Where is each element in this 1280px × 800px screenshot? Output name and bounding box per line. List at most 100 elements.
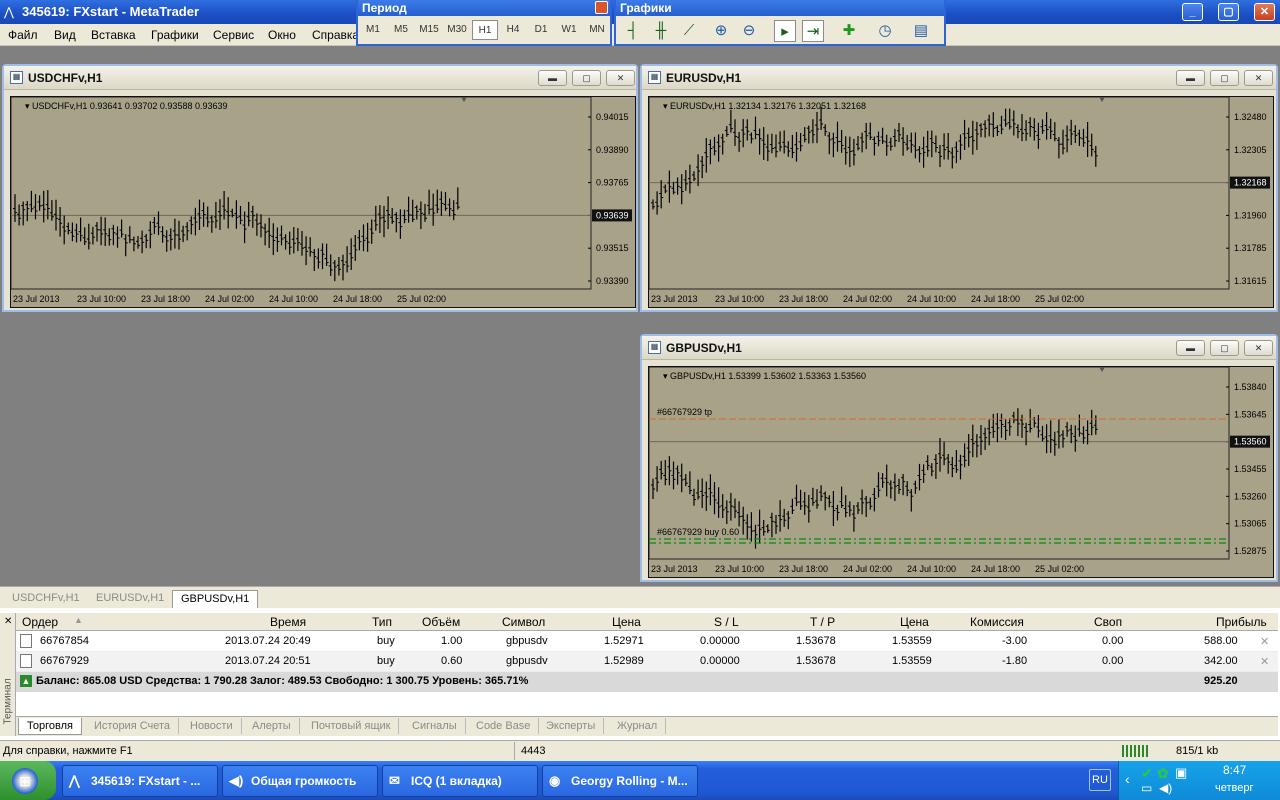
network-icon[interactable]: ▣ [1175,765,1187,781]
chart-close-button[interactable]: ✕ [606,70,635,86]
monitor-icon[interactable]: ▭ [1141,781,1152,795]
col-sl[interactable]: S / L [714,615,739,629]
period-m30-button[interactable]: M30 [444,20,470,40]
chart-ohlc-header: ▾ GBPUSDv,H1 1.53399 1.53602 1.53363 1.5… [663,371,866,381]
chart-minimize-button[interactable]: ▬ [1176,340,1205,356]
col-profit[interactable]: Прибыль [1216,615,1267,629]
col-swap[interactable]: Своп [1094,615,1122,629]
tab-alerts[interactable]: Алерты [244,718,300,734]
tray-app-icon[interactable]: ✔ [1141,765,1153,782]
autoscroll-icon[interactable]: ▸ [774,20,796,42]
firefox-icon: ◉ [549,773,561,788]
menu-charts[interactable]: Графики [151,28,199,42]
col-price[interactable]: Цена [612,615,641,629]
zoom-out-icon[interactable]: ⊖ [738,20,760,42]
chart-shift-icon[interactable]: ⇥ [802,20,824,42]
status-help-text: Для справки, нажмите F1 [3,745,133,757]
template-icon[interactable]: ▤ [910,20,932,42]
chart-minimize-button[interactable]: ▬ [538,70,567,86]
bar-chart-icon[interactable]: ┤ [622,20,644,42]
task-icq[interactable]: ✉ ICQ (1 вкладка) [382,765,538,797]
tab-signals[interactable]: Сигналы [404,718,466,734]
table-row[interactable]: 66767854 2013.07.24 20:49 buy 1.00 gbpus… [16,632,1278,652]
col-commission[interactable]: Комиссия [970,615,1024,629]
maximize-button[interactable]: ▢ [1218,3,1239,21]
chart-tab-usdchf[interactable]: USDCHFv,H1 [4,590,88,608]
col-current-price[interactable]: Цена [900,615,929,629]
tab-news[interactable]: Новости [182,718,242,734]
period-w1-button[interactable]: W1 [556,20,582,40]
period-clock-icon[interactable]: ◷ [874,20,896,42]
candlestick-icon[interactable]: ╫ [650,20,672,42]
task-firefox[interactable]: ◉ Georgy Rolling - M... [542,765,698,797]
tab-trade[interactable]: Торговля [18,718,82,735]
chart-maximize-button[interactable]: ▢ [1210,340,1239,356]
language-indicator[interactable]: RU [1089,769,1111,791]
period-m15-button[interactable]: M15 [416,20,442,40]
volume-icon[interactable]: ◀) [1159,781,1172,795]
add-indicator-icon[interactable]: ✚ [838,20,860,42]
tab-account-history[interactable]: История Счета [86,718,180,734]
price-tick-label: 1.53840 [1234,382,1267,392]
chart-maximize-button[interactable]: ▢ [572,70,601,86]
time-tick-label: 24 Jul 18:00 [333,294,382,304]
icq-tray-icon[interactable]: ✿ [1157,765,1169,782]
tab-mailbox[interactable]: Почтовый ящик [303,718,400,734]
tray-expand-icon[interactable]: ‹ [1125,771,1130,787]
col-type[interactable]: Тип [372,615,392,629]
time-tick-label: 24 Jul 18:00 [971,294,1020,304]
terminal-close-icon[interactable]: ✕ [4,617,13,627]
price-chart[interactable]: ▾ USDCHFv,H1 0.93641 0.93702 0.93588 0.9… [10,96,636,308]
close-order-icon[interactable]: ✕ [1260,635,1269,648]
menu-file[interactable]: Файл [8,28,38,42]
time-tick-label: 24 Jul 10:00 [269,294,318,304]
period-h1-button[interactable]: H1 [472,20,498,40]
tab-code-base[interactable]: Code Base [468,718,540,734]
time-tick-label: 23 Jul 10:00 [77,294,126,304]
speaker-icon: ◀) [229,773,244,788]
period-mn-button[interactable]: MN [584,20,610,40]
col-tp[interactable]: T / P [810,615,835,629]
col-order[interactable]: Ордер [22,615,58,629]
start-button[interactable]: ⊞ [0,761,56,800]
line-chart-icon[interactable]: ⟋ [678,20,700,42]
chart-canvas: ▾ EURUSDv,H1 1.32134 1.32176 1.32051 1.3… [649,97,1270,304]
tab-journal[interactable]: Журнал [609,718,667,734]
chart-minimize-button[interactable]: ▬ [1176,70,1205,86]
menu-insert[interactable]: Вставка [91,28,136,42]
menu-window[interactable]: Окно [268,28,296,42]
chart-tab-gbpusd[interactable]: GBPUSDv,H1 [172,590,259,608]
metatrader-app-icon: ⋀ [4,5,14,19]
menu-help[interactable]: Справка [312,28,359,42]
chart-close-button[interactable]: ✕ [1244,70,1273,86]
period-d1-button[interactable]: D1 [528,20,554,40]
clock-time[interactable]: 8:47 [1223,763,1246,777]
menu-tools[interactable]: Сервис [213,28,254,42]
table-row[interactable]: 66767929 2013.07.24 20:51 buy 0.60 gbpus… [16,652,1278,672]
tab-experts[interactable]: Эксперты [538,718,605,734]
minimize-button[interactable]: _ [1182,3,1203,21]
col-symbol[interactable]: Символ [502,615,545,629]
time-tick-label: 24 Jul 02:00 [205,294,254,304]
period-m1-button[interactable]: M1 [360,20,386,40]
task-metatrader[interactable]: ⋀ 345619: FXstart - ... [62,765,218,797]
chart-close-button[interactable]: ✕ [1244,340,1273,356]
price-chart[interactable]: ▾ EURUSDv,H1 1.32134 1.32176 1.32051 1.3… [648,96,1274,308]
col-time[interactable]: Время [270,615,306,629]
order-volume: 1.00 [441,635,463,647]
period-h4-button[interactable]: H4 [500,20,526,40]
col-volume[interactable]: Объём [422,615,460,629]
menu-view[interactable]: Вид [54,28,76,42]
chart-maximize-button[interactable]: ▢ [1210,70,1239,86]
zoom-in-icon[interactable]: ⊕ [710,20,732,42]
close-button[interactable]: ✕ [1254,3,1275,21]
price-chart[interactable]: ▾ GBPUSDv,H1 1.53399 1.53602 1.53363 1.5… [648,366,1274,578]
period-toolbar-close-button[interactable] [595,1,608,14]
chart-canvas: ▾ GBPUSDv,H1 1.53399 1.53602 1.53363 1.5… [649,367,1270,574]
task-volume[interactable]: ◀) Общая громкость [222,765,378,797]
chart-tab-eurusd[interactable]: EURUSDv,H1 [88,590,172,608]
period-m5-button[interactable]: M5 [388,20,414,40]
order-tp: 1.53678 [796,655,836,667]
status-bar: Для справки, нажмите F1 4443 815/1 kb [0,740,1280,761]
close-order-icon[interactable]: ✕ [1260,655,1269,668]
